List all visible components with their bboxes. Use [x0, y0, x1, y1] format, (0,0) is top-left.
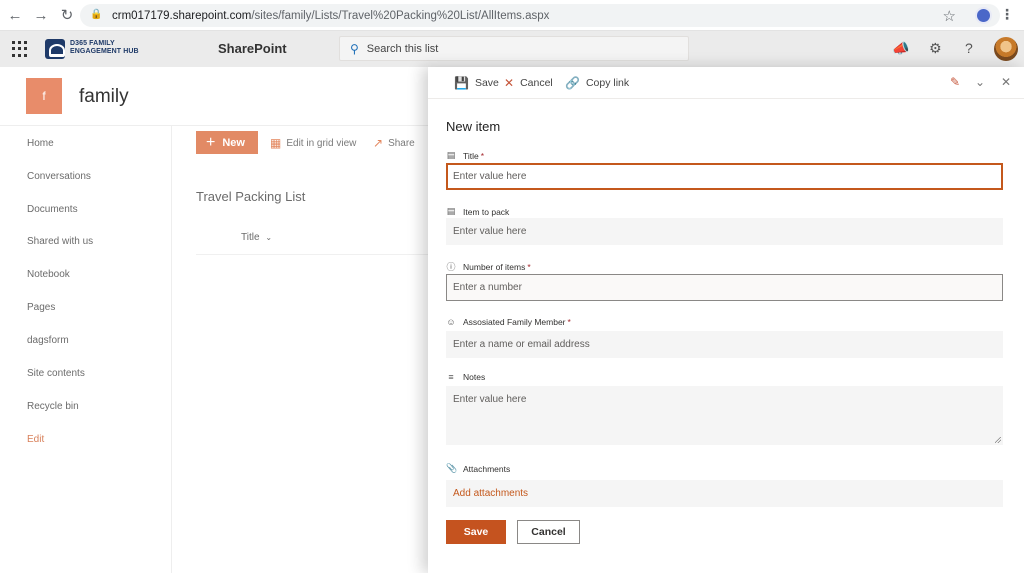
paperclip-icon: 📎	[446, 463, 458, 473]
forward-icon[interactable]: →	[30, 4, 52, 26]
site-name[interactable]: family	[79, 86, 129, 108]
chevron-down-icon: ⌄	[265, 233, 273, 242]
avatar[interactable]	[994, 37, 1018, 61]
notes-field-label: ≡ Notes	[446, 372, 485, 382]
close-icon: ✕	[504, 76, 515, 90]
browser-toolbar: ← → ↻ 🔒 crm017179.sharepoint.com/sites/f…	[0, 0, 1024, 31]
url-host: crm017179.sharepoint.com	[112, 9, 252, 22]
close-panel-icon[interactable]: ✕	[1001, 75, 1011, 89]
bookmark-star-icon[interactable]: ☆	[943, 7, 956, 25]
text-field-icon: ▤	[446, 150, 456, 160]
title-label-text: Title	[463, 150, 479, 161]
number-field-label: ⓘ Number of items *	[446, 260, 531, 273]
column-title-label: Title	[241, 232, 260, 243]
item-field-label: ▤ Item to pack	[446, 206, 510, 217]
copy-link-label: Copy link	[585, 77, 630, 89]
hub-logo[interactable]	[45, 39, 65, 59]
form-customize-icon[interactable]: ✎	[950, 75, 960, 89]
title-field-label: ▤ Title *	[446, 150, 484, 161]
panel-save-button[interactable]: 💾 Save	[454, 76, 499, 90]
panel-cancel-label: Cancel	[520, 77, 553, 89]
plus-icon: +	[206, 133, 216, 151]
help-icon[interactable]: ?	[965, 40, 973, 56]
link-icon: 🔗	[565, 76, 580, 90]
text-field-icon: ▤	[446, 206, 456, 216]
nav-item-shared[interactable]: Shared with us	[27, 236, 93, 247]
suite-bar: D365 FAMILY ENGAGEMENT HUB SharePoint ⚲ …	[0, 31, 1024, 67]
share-button[interactable]: ↗ Share	[373, 136, 415, 150]
megaphone-icon[interactable]: 📣	[892, 40, 909, 57]
notes-textarea[interactable]: Enter value here	[446, 386, 1003, 445]
share-icon: ↗	[373, 136, 384, 150]
search-placeholder: Search this list	[366, 42, 439, 55]
number-of-items-input[interactable]: Enter a number	[446, 274, 1003, 301]
attachments-label-text: Attachments	[463, 463, 511, 474]
back-icon[interactable]: ←	[4, 4, 26, 26]
save-button[interactable]: Save	[446, 520, 506, 544]
left-navigation: Home Conversations Documents Shared with…	[0, 126, 172, 573]
site-logo[interactable]: f	[26, 78, 62, 114]
nav-item-site-contents[interactable]: Site contents	[27, 368, 85, 379]
address-bar[interactable]: 🔒 crm017179.sharepoint.com/sites/family/…	[80, 4, 1000, 27]
person-icon: ☺	[446, 317, 456, 327]
panel-cancel-button[interactable]: ✕ Cancel	[504, 76, 553, 90]
panel-save-label: Save	[474, 77, 499, 89]
required-marker: *	[480, 150, 485, 161]
family-member-input[interactable]: Enter a name or email address	[446, 331, 1003, 358]
attachments-field-label: 📎 Attachments	[446, 463, 510, 474]
nav-item-pages[interactable]: Pages	[27, 302, 55, 313]
new-item-button[interactable]: + New	[196, 131, 258, 154]
hub-name-line1: D365 FAMILY	[70, 40, 115, 47]
column-header-title[interactable]: Title ⌄	[241, 232, 272, 243]
url-path: /sites/family/Lists/Travel%20Packing%20L…	[251, 9, 550, 22]
item-to-pack-input[interactable]: Enter value here	[446, 218, 1003, 245]
search-icon: ⚲	[350, 41, 359, 56]
member-label-text: Assosiated Family Member	[463, 317, 566, 327]
copy-link-button[interactable]: 🔗 Copy link	[565, 76, 629, 90]
chevron-down-icon[interactable]: ⌄	[975, 75, 985, 89]
nav-item-conversations[interactable]: Conversations	[27, 171, 91, 182]
lock-icon: 🔒	[90, 8, 103, 20]
notes-label-text: Notes	[463, 372, 486, 382]
browser-menu-icon[interactable]: ⋮	[1000, 6, 1014, 23]
nav-edit-link[interactable]: Edit	[27, 434, 44, 445]
edit-grid-label: Edit in grid view	[286, 137, 357, 149]
nav-item-home[interactable]: Home	[27, 138, 54, 149]
reload-icon[interactable]: ↻	[56, 4, 78, 26]
nav-item-dagsform[interactable]: dagsform	[27, 335, 69, 346]
item-label-text: Item to pack	[463, 206, 510, 217]
nav-item-notebook[interactable]: Notebook	[27, 269, 70, 280]
required-marker: *	[567, 317, 571, 327]
gear-icon[interactable]: ⚙	[929, 40, 942, 57]
hub-name[interactable]: D365 FAMILY ENGAGEMENT HUB	[70, 40, 139, 56]
panel-command-bar: 💾 Save ✕ Cancel 🔗 Copy link ✎ ⌄ ✕	[428, 67, 1024, 99]
save-icon: 💾	[454, 76, 469, 90]
hub-name-line2: ENGAGEMENT HUB	[70, 48, 139, 55]
info-circle-icon: ⓘ	[446, 262, 456, 272]
app-title[interactable]: SharePoint	[218, 41, 287, 56]
new-label: New	[222, 136, 245, 149]
divider	[196, 254, 428, 255]
app-launcher-icon[interactable]	[12, 41, 28, 57]
search-box[interactable]: ⚲ Search this list	[339, 36, 689, 61]
member-field-label: ☺ Assosiated Family Member *	[446, 317, 571, 327]
new-item-panel: 💾 Save ✕ Cancel 🔗 Copy link ✎ ⌄ ✕ New it…	[428, 67, 1024, 573]
cancel-button[interactable]: Cancel	[517, 520, 580, 544]
grid-icon: ▦	[270, 136, 282, 150]
multiline-text-icon: ≡	[448, 372, 454, 382]
add-attachments-link[interactable]: Add attachments	[446, 480, 1003, 507]
nav-item-documents[interactable]: Documents	[27, 204, 78, 215]
list-title: Travel Packing List	[196, 189, 306, 204]
share-label: Share	[388, 137, 415, 149]
nav-item-recycle-bin[interactable]: Recycle bin	[27, 401, 79, 412]
required-marker: *	[527, 261, 531, 272]
title-input[interactable]: Enter value here	[446, 163, 1003, 190]
edit-grid-button[interactable]: ▦ Edit in grid view	[270, 136, 356, 150]
number-label-text: Number of items	[463, 261, 526, 272]
form-title: New item	[446, 119, 501, 134]
extension-icon[interactable]	[975, 7, 992, 24]
